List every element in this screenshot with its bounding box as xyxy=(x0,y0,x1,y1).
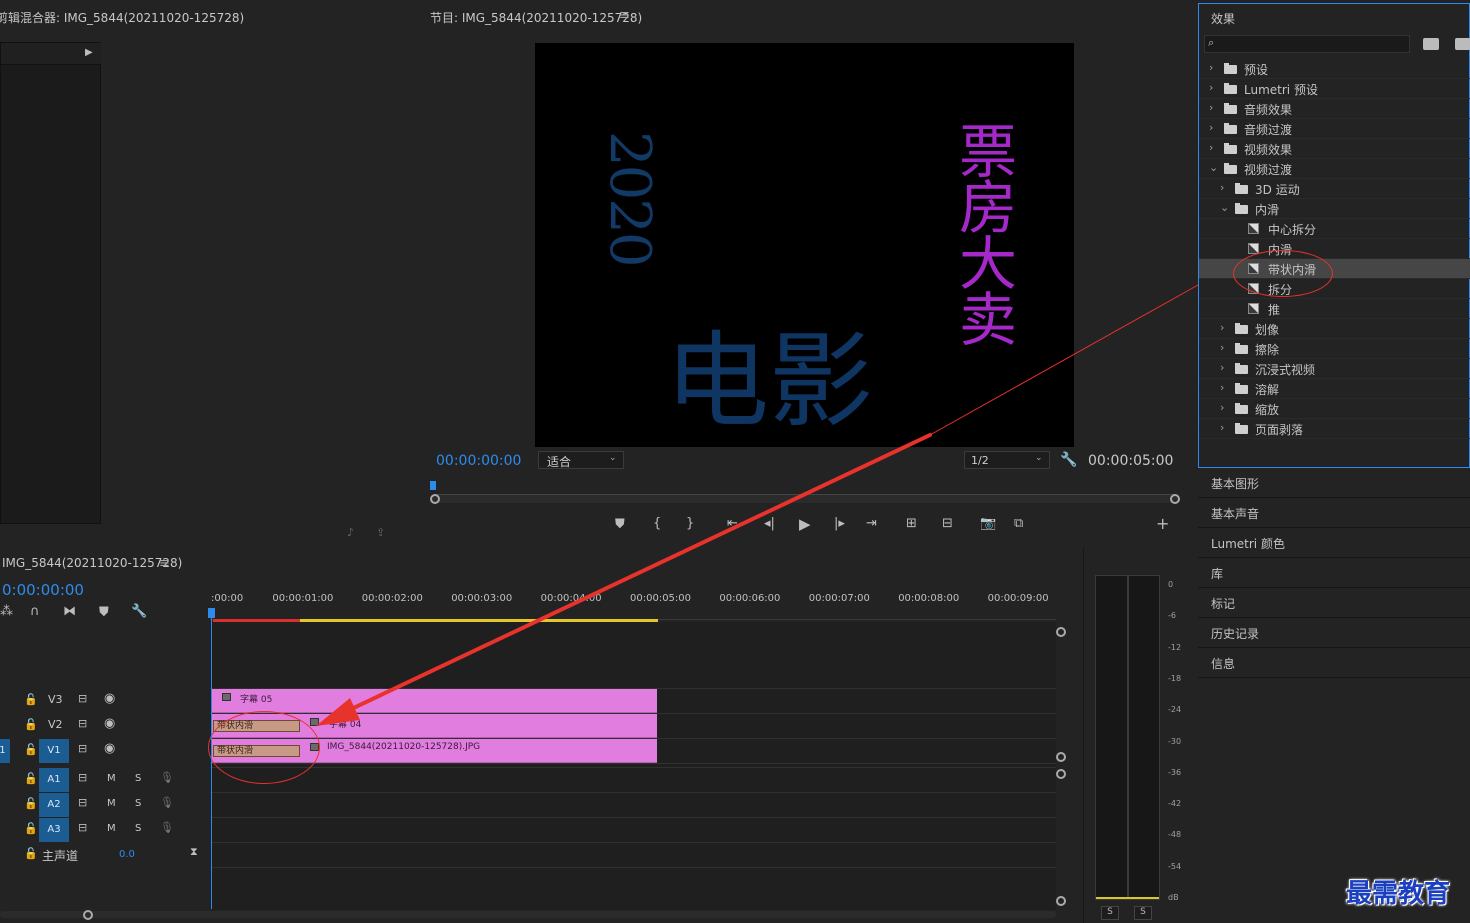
annotation-arrow-head xyxy=(316,698,360,726)
annotation-arrow-shaft xyxy=(343,433,932,714)
annotation-guide-line xyxy=(929,284,1199,436)
watermark-logo: 最需教育 xyxy=(1346,879,1451,909)
annotation-arrow xyxy=(316,284,1199,726)
